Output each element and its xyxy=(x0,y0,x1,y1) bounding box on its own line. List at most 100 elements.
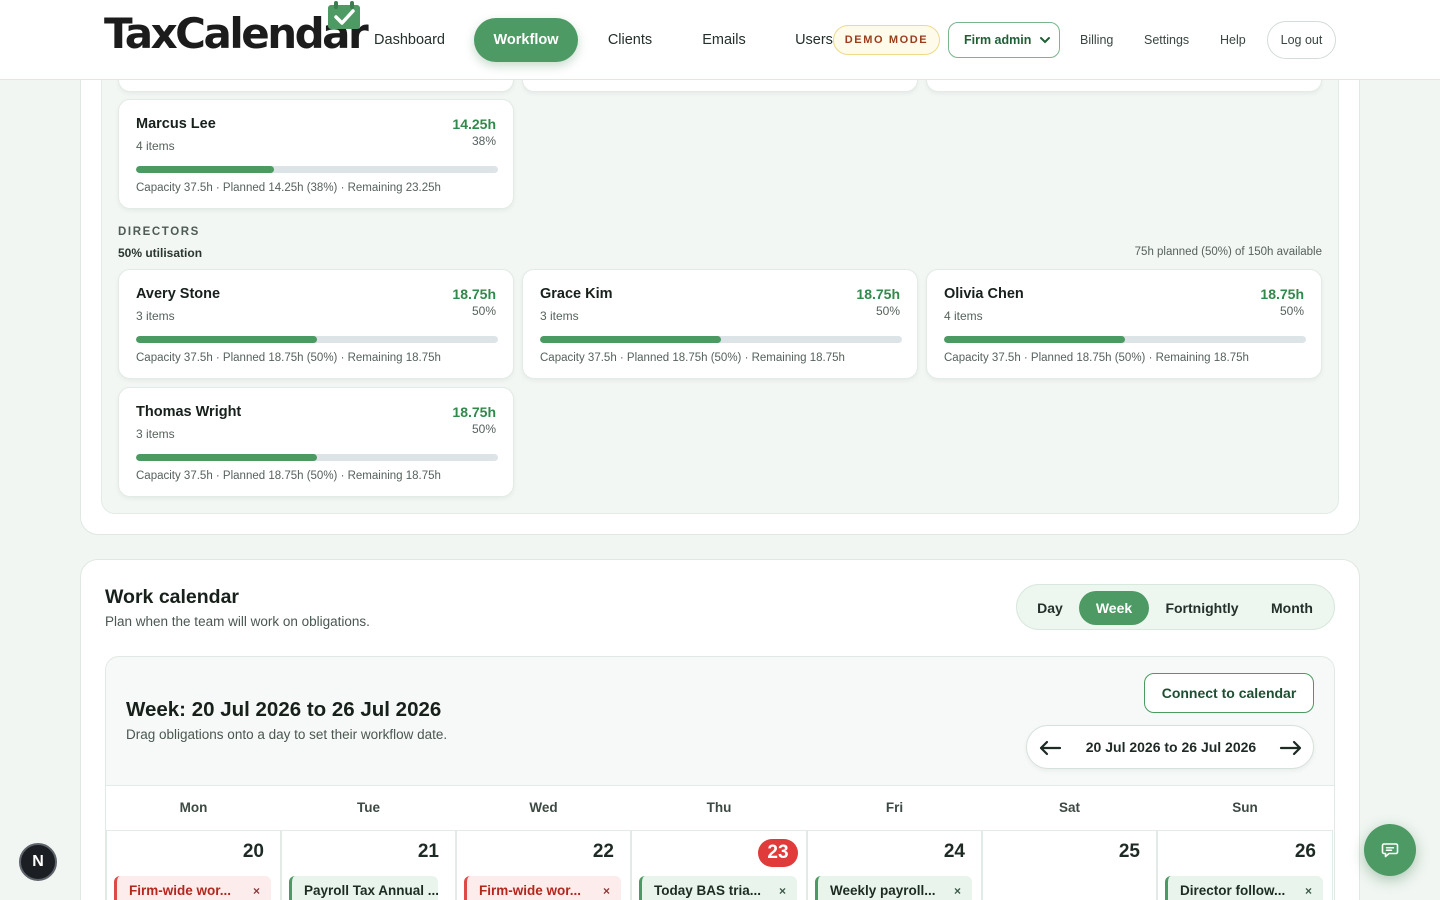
member-hours: 18.75h xyxy=(452,286,496,302)
nav-emails[interactable]: Emails xyxy=(694,18,754,62)
day-number: 24 xyxy=(943,841,965,862)
event-label: Director follow... xyxy=(1180,883,1286,898)
nav-users[interactable]: Users xyxy=(790,18,838,62)
member-percent: 50% xyxy=(471,422,496,436)
chevron-down-icon xyxy=(1040,37,1050,44)
member-percent: 38% xyxy=(471,134,496,148)
member-summary: Capacity 37.5h · Planned 18.75h (50%) · … xyxy=(540,352,845,364)
remove-event-icon[interactable]: × xyxy=(954,876,961,900)
member-summary: Capacity 37.5h · Planned 18.75h (50%) · … xyxy=(944,352,1249,364)
member-name: Thomas Wright xyxy=(136,404,242,420)
top-navigation-bar: TaxCalendar Dashboard Workflow Clients E… xyxy=(0,0,1440,80)
day-cell-wed[interactable]: 22 Firm-wide wor... × xyxy=(456,831,631,900)
member-card-marcus-lee[interactable]: Marcus Lee 4 items 14.25h 38% Capacity 3… xyxy=(118,99,514,209)
day-cell-fri[interactable]: 24 Weekly payroll... × xyxy=(807,831,982,900)
calendar-event[interactable]: Director follow... × xyxy=(1165,876,1323,900)
day-cell-mon[interactable]: 20 Firm-wide wor... × xyxy=(106,831,281,900)
member-card-thomas-wright[interactable]: Thomas Wright 3 items 18.75h 50% Capacit… xyxy=(118,387,514,497)
calendar-event[interactable]: Today BAS tria... × xyxy=(639,876,797,900)
member-card-avery-stone[interactable]: Avery Stone 3 items 18.75h 50% Capacity … xyxy=(118,269,514,379)
week-title: Week: 20 Jul 2026 to 26 Jul 2026 xyxy=(126,698,442,721)
member-percent: 50% xyxy=(471,304,496,318)
demo-mode-badge: DEMO MODE xyxy=(833,25,940,55)
week-range-navigator: 20 Jul 2026 to 26 Jul 2026 xyxy=(1026,725,1314,769)
group-title: DIRECTORS xyxy=(118,226,200,238)
calendar-event[interactable]: Firm-wide wor... × xyxy=(464,876,621,900)
arrow-right-icon[interactable] xyxy=(1279,738,1303,758)
arrow-left-icon[interactable] xyxy=(1038,738,1062,758)
nav-settings[interactable]: Settings xyxy=(1144,22,1189,58)
member-percent: 50% xyxy=(1279,304,1304,318)
capacity-bar xyxy=(136,336,498,343)
member-items: 3 items xyxy=(136,427,175,441)
capacity-bar-fill xyxy=(944,336,1125,343)
member-card-olivia-chen[interactable]: Olivia Chen 4 items 18.75h 50% Capacity … xyxy=(926,269,1322,379)
calendar-event[interactable]: Weekly payroll... × xyxy=(815,876,972,900)
dev-tools-badge[interactable]: N xyxy=(19,843,57,881)
day-number: 22 xyxy=(592,841,614,862)
member-hours: 14.25h xyxy=(452,116,496,132)
calendar-check-icon xyxy=(328,1,360,29)
remove-event-icon[interactable]: × xyxy=(603,876,610,900)
group-utilisation: 50% utilisation xyxy=(118,246,203,260)
day-number: 25 xyxy=(1118,841,1140,862)
member-summary: Capacity 37.5h · Planned 18.75h (50%) · … xyxy=(136,470,441,482)
member-hours: 18.75h xyxy=(452,404,496,420)
day-cell-sun[interactable]: 26 Director follow... × xyxy=(1157,831,1333,900)
capacity-bar xyxy=(136,454,498,461)
remove-event-icon[interactable]: × xyxy=(253,876,260,900)
work-calendar-title: Work calendar xyxy=(105,586,240,608)
capacity-bar-fill xyxy=(136,336,317,343)
member-summary: Capacity 37.5h · Planned 18.75h (50%) · … xyxy=(136,352,441,364)
tab-week[interactable]: Week xyxy=(1079,591,1149,625)
day-header-tue: Tue xyxy=(281,785,456,831)
member-name: Olivia Chen xyxy=(944,286,1024,302)
capacity-bar-fill xyxy=(540,336,721,343)
day-header-mon: Mon xyxy=(106,785,281,831)
role-select[interactable]: Firm admin xyxy=(948,22,1060,58)
member-percent: 50% xyxy=(875,304,900,318)
member-items: 3 items xyxy=(540,309,579,323)
member-name: Avery Stone xyxy=(136,286,221,302)
day-header-sun: Sun xyxy=(1157,785,1333,831)
nav-workflow[interactable]: Workflow xyxy=(474,18,578,62)
logout-button[interactable]: Log out xyxy=(1267,21,1336,59)
member-summary: Capacity 37.5h · Planned 14.25h (38%) · … xyxy=(136,182,441,194)
week-hint: Drag obligations onto a day to set their… xyxy=(126,727,448,742)
calendar-event[interactable]: Payroll Tax Annual ... xyxy=(289,876,438,900)
day-header-sat: Sat xyxy=(982,785,1157,831)
day-cell-tue[interactable]: 21 Payroll Tax Annual ... xyxy=(281,831,456,900)
event-label: Firm-wide wor... xyxy=(479,883,582,898)
member-name: Marcus Lee xyxy=(136,116,216,132)
event-label: Firm-wide wor... xyxy=(129,883,232,898)
role-select-value: Firm admin xyxy=(964,33,1032,47)
connect-calendar-button[interactable]: Connect to calendar xyxy=(1144,673,1314,713)
today-day-number: 23 xyxy=(758,839,798,867)
member-items: 4 items xyxy=(136,139,175,153)
tab-day[interactable]: Day xyxy=(1032,591,1068,625)
taxcalendar-logo[interactable]: TaxCalendar xyxy=(104,1,370,60)
day-cell-thu[interactable]: 23 Today BAS tria... × xyxy=(631,831,807,900)
chat-button[interactable] xyxy=(1364,824,1416,876)
day-cell-sat[interactable]: 25 xyxy=(982,831,1157,900)
week-range-label: 20 Jul 2026 to 26 Jul 2026 xyxy=(1085,739,1257,755)
work-calendar-subtitle: Plan when the team will work on obligati… xyxy=(105,614,370,629)
remove-event-icon[interactable]: × xyxy=(1305,876,1312,900)
chat-icon xyxy=(1381,843,1399,858)
member-name: Grace Kim xyxy=(540,286,613,302)
group-summary: 75h planned (50%) of 150h available xyxy=(1134,246,1322,258)
member-hours: 18.75h xyxy=(856,286,900,302)
capacity-bar xyxy=(944,336,1306,343)
tab-month[interactable]: Month xyxy=(1263,591,1321,625)
calendar-event[interactable]: Firm-wide wor... × xyxy=(114,876,271,900)
remove-event-icon[interactable]: × xyxy=(779,876,786,900)
nav-clients[interactable]: Clients xyxy=(598,18,662,62)
tab-fortnightly[interactable]: Fortnightly xyxy=(1161,591,1243,625)
nav-help[interactable]: Help xyxy=(1220,22,1246,58)
nav-billing[interactable]: Billing xyxy=(1080,22,1113,58)
nav-dashboard[interactable]: Dashboard xyxy=(366,18,453,62)
event-label: Weekly payroll... xyxy=(830,883,936,898)
capacity-bar-fill xyxy=(136,166,274,173)
day-header-fri: Fri xyxy=(807,785,982,831)
member-card-grace-kim[interactable]: Grace Kim 3 items 18.75h 50% Capacity 37… xyxy=(522,269,918,379)
